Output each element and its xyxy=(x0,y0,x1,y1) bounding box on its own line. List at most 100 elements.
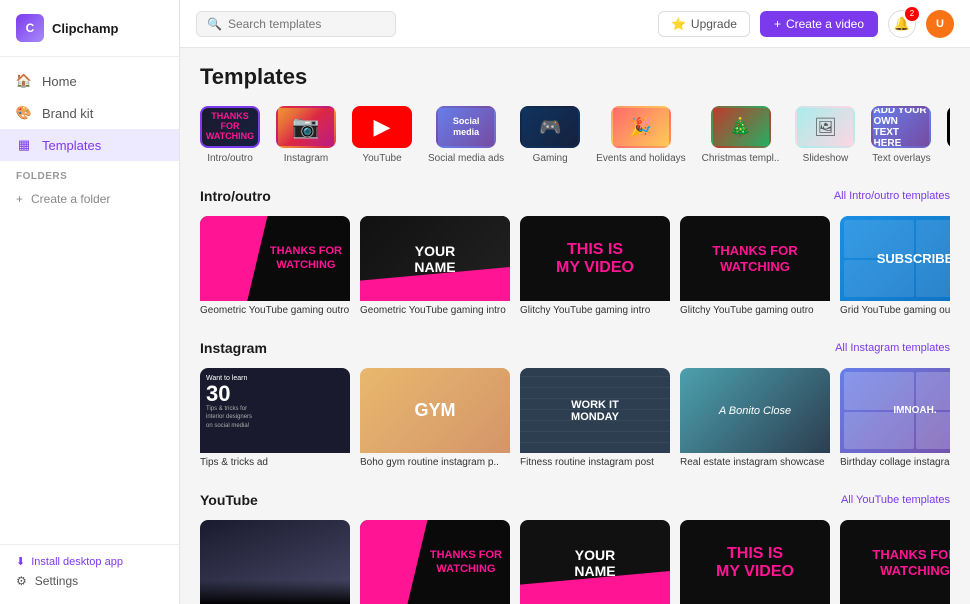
settings-label: Settings xyxy=(35,574,78,588)
topbar: 🔍 ⭐ Upgrade + Create a video 🔔 2 U xyxy=(180,0,970,48)
category-christmas[interactable]: 🎄 Christmas templ.. xyxy=(702,106,780,164)
category-tiktok[interactable]: ♪ TikTok xyxy=(947,106,950,164)
category-christmas-thumb: 🎄 xyxy=(711,106,771,148)
category-gaming-label: Gaming xyxy=(533,153,568,164)
template-label: Boho gym routine instagram p.. xyxy=(360,457,510,468)
template-label: Grid YouTube gaming outro xyxy=(840,305,950,316)
instagram-section: Instagram All Instagram templates Want t… xyxy=(200,340,950,468)
category-social-label: Social media ads xyxy=(428,153,504,164)
sidebar-item-home[interactable]: 🏠 Home xyxy=(0,65,179,97)
category-slideshow-label: Slideshow xyxy=(803,153,849,164)
template-glitchy-gaming-outro[interactable]: THANKS FORWATCHING Glitchy YouTube gamin… xyxy=(680,216,830,316)
search-input[interactable] xyxy=(228,17,378,31)
template-label: Glitchy YouTube gaming intro xyxy=(520,305,670,316)
category-instagram[interactable]: 📷 Instagram xyxy=(276,106,336,164)
template-boho-gym[interactable]: GYM Boho gym routine instagram p.. xyxy=(360,368,510,468)
page-title: Templates xyxy=(200,64,950,90)
template-yt-glitchy-outro[interactable]: THANKS FORWATCHING Glitchy YouTube gamin… xyxy=(840,520,950,604)
category-youtube-thumb: ▶ xyxy=(352,106,412,148)
create-folder-button[interactable]: + Create a folder xyxy=(0,186,179,212)
template-label: Birthday collage instagram post xyxy=(840,457,950,468)
sidebar-item-brand-label: Brand kit xyxy=(42,106,93,121)
category-intro-outro[interactable]: THANKS FORWATCHING Intro/outro xyxy=(200,106,260,164)
install-icon: ⬇ xyxy=(16,555,25,568)
template-geo-gaming-outro[interactable]: THANKS FORWATCHING Geometric YouTube gam… xyxy=(200,216,350,316)
category-slideshow[interactable]: 🖼 Slideshow xyxy=(795,106,855,164)
content-area: Templates THANKS FORWATCHING Intro/outro… xyxy=(180,48,970,604)
intro-outro-templates: THANKS FORWATCHING Geometric YouTube gam… xyxy=(200,216,950,316)
sidebar-item-home-label: Home xyxy=(42,74,77,89)
intro-outro-link[interactable]: All Intro/outro templates xyxy=(834,190,950,202)
sidebar-item-templates[interactable]: ▦ Templates xyxy=(0,129,179,161)
template-yt-geo-outro[interactable]: THANKS FORWATCHING Geometric YouTube gam… xyxy=(360,520,510,604)
template-label: Fitness routine instagram post xyxy=(520,457,670,468)
category-events-thumb: 🎉 xyxy=(611,106,671,148)
install-desktop-button[interactable]: ⬇ Install desktop app xyxy=(16,555,163,568)
intro-outro-title: Intro/outro xyxy=(200,188,271,204)
category-slideshow-thumb: 🖼 xyxy=(795,106,855,148)
youtube-templates: Timelapse music video THANKS FORWATCHING… xyxy=(200,520,950,604)
category-instagram-thumb: 📷 xyxy=(276,106,336,148)
search-bar[interactable]: 🔍 xyxy=(196,11,396,37)
template-glitchy-gaming-intro[interactable]: THIS ISMY VIDEO Glitchy YouTube gaming i… xyxy=(520,216,670,316)
template-yt-geo-intro[interactable]: YOURNAME Geometric YouTube gaming intro xyxy=(520,520,670,604)
intro-outro-header: Intro/outro All Intro/outro templates xyxy=(200,188,950,204)
instagram-templates: Want to learn 30 Tips & tricks forinteri… xyxy=(200,368,950,468)
category-events[interactable]: 🎉 Events and holidays xyxy=(596,106,686,164)
template-real-estate[interactable]: A Bonito Close Real estate instagram sho… xyxy=(680,368,830,468)
templates-icon: ▦ xyxy=(16,137,32,153)
logo-icon: C xyxy=(16,14,44,42)
sidebar: C Clipchamp 🏠 Home 🎨 Brand kit ▦ Templat… xyxy=(0,0,180,604)
main-area: 🔍 ⭐ Upgrade + Create a video 🔔 2 U Templ… xyxy=(180,0,970,604)
template-birthday-collage[interactable]: IMNOAH. Birthday collage instagram post xyxy=(840,368,950,468)
plus-icon: + xyxy=(16,192,23,206)
template-timelapse[interactable]: Timelapse music video xyxy=(200,520,350,604)
folders-section-label: FOLDERS xyxy=(0,161,179,186)
template-label: Glitchy YouTube gaming outro xyxy=(680,305,830,316)
star-icon: ⭐ xyxy=(671,17,686,31)
category-gaming[interactable]: 🎮 Gaming xyxy=(520,106,580,164)
category-youtube-label: YouTube xyxy=(362,153,401,164)
category-strip: THANKS FORWATCHING Intro/outro 📷 Instagr… xyxy=(200,106,950,168)
instagram-title: Instagram xyxy=(200,340,267,356)
category-social-thumb: Socialmedia xyxy=(436,106,496,148)
search-icon: 🔍 xyxy=(207,17,222,31)
instagram-header: Instagram All Instagram templates xyxy=(200,340,950,356)
create-video-button[interactable]: + Create a video xyxy=(760,11,878,37)
plus-icon: + xyxy=(774,17,781,31)
sidebar-item-brand-kit[interactable]: 🎨 Brand kit xyxy=(0,97,179,129)
intro-outro-section: Intro/outro All Intro/outro templates TH… xyxy=(200,188,950,316)
template-geo-gaming-intro[interactable]: YOURNAME Geometric YouTube gaming intro xyxy=(360,216,510,316)
youtube-title: YouTube xyxy=(200,492,258,508)
youtube-link[interactable]: All YouTube templates xyxy=(841,494,950,506)
sidebar-bottom: ⬇ Install desktop app ⚙ Settings xyxy=(0,544,179,604)
template-label: Tips & tricks ad xyxy=(200,457,350,468)
settings-icon: ⚙ xyxy=(16,574,27,588)
brand-icon: 🎨 xyxy=(16,105,32,121)
app-name: Clipchamp xyxy=(52,21,118,36)
category-youtube[interactable]: ▶ YouTube xyxy=(352,106,412,164)
notification-button[interactable]: 🔔 2 xyxy=(888,10,916,38)
template-yt-glitchy-intro[interactable]: THIS ISMY VIDEO Glitchy Youtube gaming i… xyxy=(680,520,830,604)
notification-badge: 2 xyxy=(905,7,919,21)
upgrade-button[interactable]: ⭐ Upgrade xyxy=(658,11,750,37)
settings-button[interactable]: ⚙ Settings xyxy=(16,568,163,594)
template-label: Geometric YouTube gaming outro xyxy=(200,305,350,316)
template-label: Real estate instagram showcase xyxy=(680,457,830,468)
category-intro-thumb: THANKS FORWATCHING xyxy=(200,106,260,148)
category-gaming-thumb: 🎮 xyxy=(520,106,580,148)
sidebar-item-templates-label: Templates xyxy=(42,138,101,153)
category-instagram-label: Instagram xyxy=(284,153,328,164)
category-text-overlays[interactable]: ADD YOUR OWNTEXT HERE Text overlays xyxy=(871,106,931,164)
create-folder-label: Create a folder xyxy=(31,192,110,206)
category-social-ads[interactable]: Socialmedia Social media ads xyxy=(428,106,504,164)
template-fitness-routine[interactable]: WORK ITMONDAY Fitness routine instagram … xyxy=(520,368,670,468)
home-icon: 🏠 xyxy=(16,73,32,89)
youtube-header: YouTube All YouTube templates xyxy=(200,492,950,508)
instagram-link[interactable]: All Instagram templates xyxy=(835,342,950,354)
template-label: Geometric YouTube gaming intro xyxy=(360,305,510,316)
avatar[interactable]: U xyxy=(926,10,954,38)
template-tips-tricks[interactable]: Want to learn 30 Tips & tricks forinteri… xyxy=(200,368,350,468)
template-grid-gaming-outro[interactable]: SUBSCRIBE Grid YouTube gaming outro xyxy=(840,216,950,316)
category-text-thumb: ADD YOUR OWNTEXT HERE xyxy=(871,106,931,148)
